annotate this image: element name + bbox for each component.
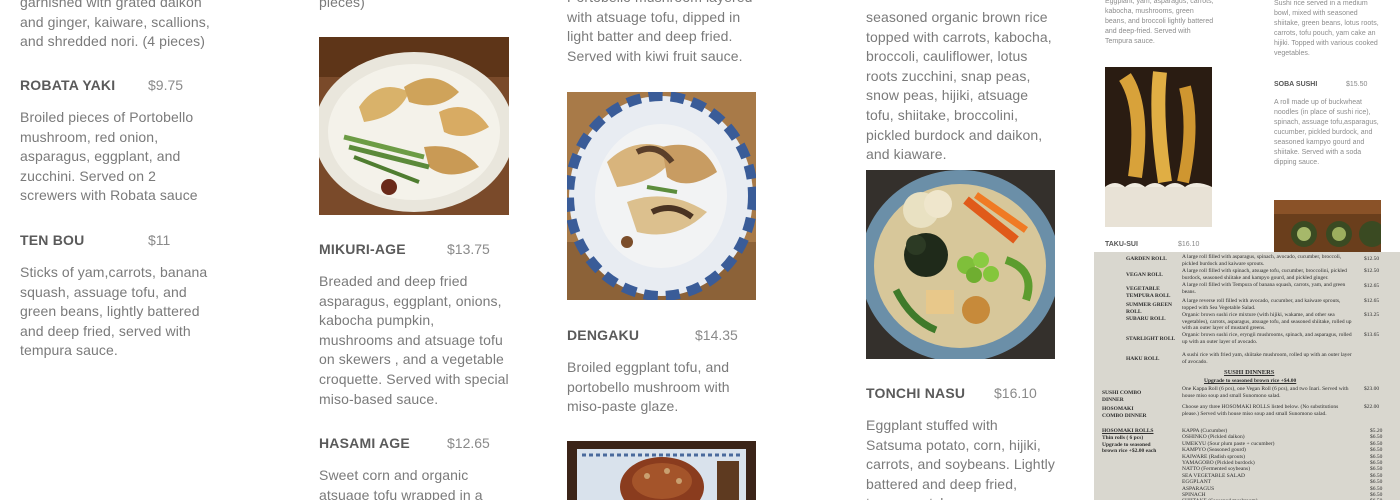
mini-tempura-description: Eggplant, yam, asparagus, carrots, kaboc… <box>1105 0 1214 45</box>
scan-roll-desc: A sushi rice with fried yam, shiitake mu… <box>1182 352 1352 365</box>
mikuri-age-photo <box>319 37 509 215</box>
scan-roll-price: $12.65 <box>1364 283 1380 289</box>
portobello-description: Portobello mushroom layered with atsuage… <box>567 0 752 64</box>
scan-roll-desc: A large roll filled with asparagus, spin… <box>1182 254 1342 267</box>
harvest-bowl-description: seasoned organic brown rice topped with … <box>866 9 1052 163</box>
dish-description-tonchi-nasu: Eggplant stuffed with Satsuma potato, co… <box>866 417 1055 500</box>
scan-roll-price: $13.25 <box>1364 312 1380 318</box>
scan-roll-desc: Organic brown sushi rice, eryngii mushro… <box>1182 332 1352 345</box>
mini-dish-price-soba-sushi: $15.50 <box>1346 81 1368 88</box>
dish-price-hasami-age: $12.65 <box>447 435 490 451</box>
mini-sushi-bowl-description: Sushi rice served in a medium bowl, mixe… <box>1274 0 1379 57</box>
scan-dinner-desc: Choose any three HOSOMAKI ROLLS listed b… <box>1182 404 1339 417</box>
printed-menu-scan: GARDEN ROLL A large roll filled with asp… <box>1094 252 1400 500</box>
scan-roll-name: HAKU ROLL <box>1126 356 1160 362</box>
scan-dinner-name: SUSHI COMBO DINNER <box>1102 390 1142 403</box>
dish-name-tonchi-nasu: TONCHI NASU <box>866 385 966 401</box>
scan-dinner-price: $23.00 <box>1364 386 1380 392</box>
scan-roll-desc: Organic brown sushi rice mixture (with h… <box>1182 312 1352 331</box>
dish-price-robata-yaki: $9.75 <box>148 77 184 93</box>
scan-roll-price: $13.65 <box>1364 332 1380 338</box>
scan-section-title: SUSHI DINNERS <box>1224 369 1275 376</box>
dish-description-mikuri-age: Breaded and deep fried asparagus, eggpla… <box>319 273 509 407</box>
gyoza-description-tail: garnished with grated daikon and ginger,… <box>20 0 210 50</box>
dish-name-dengaku: DENGAKU <box>567 327 640 343</box>
dish-description-ten-bou: Sticks of yam,carrots, banana squash, as… <box>20 264 208 359</box>
portobello-tofu-photo <box>567 92 756 300</box>
dish-name-robata-yaki: ROBATA YAKI <box>20 77 116 93</box>
scan-section-subtitle: Upgrade to seasoned brown rice +$4.00 <box>1204 378 1297 384</box>
mini-soba-sushi-description: A roll made up of buckwheat noodles (in … <box>1274 99 1379 166</box>
mini-dish-name-soba-sushi: SOBA SUSHI <box>1274 81 1318 88</box>
scan-hosomaki-title: HOSOMAKI ROLLS <box>1102 428 1154 434</box>
scan-roll-name: SUMMER GREEN ROLL <box>1126 302 1172 315</box>
dish-price-ten-bou: $11 <box>148 232 171 248</box>
mini-dish-price-taku-sui: $16.10 <box>1178 241 1200 248</box>
scan-dinner-desc: One Kappa Roll (6 pcs), one Vegan Roll (… <box>1182 386 1349 399</box>
vegetable-bowl-photo <box>866 170 1055 359</box>
scan-dinner-name: HOSOMAKI COMBO DINNER <box>1102 406 1147 419</box>
scan-roll-price: $12.50 <box>1364 268 1380 274</box>
scan-dinner-price: $22.00 <box>1364 404 1380 410</box>
scan-roll-name: VEGETABLE TEMPURA ROLL <box>1126 286 1171 299</box>
dish-name-mikuri-age: MIKURI-AGE <box>319 241 406 257</box>
dish-description-dengaku: Broiled eggplant tofu, and portobello mu… <box>567 359 730 415</box>
scan-roll-name: GARDEN ROLL <box>1126 256 1167 262</box>
dish-name-ten-bou: TEN BOU <box>20 232 85 248</box>
next-dish-photo <box>567 441 756 500</box>
dish-price-mikuri-age: $13.75 <box>447 241 490 257</box>
dish-price-tonchi-nasu: $16.10 <box>994 385 1037 401</box>
scan-roll-price: $12.65 <box>1364 298 1380 304</box>
scan-roll-name: VEGAN ROLL <box>1126 272 1163 278</box>
scan-roll-name: STARLIGHT ROLL <box>1126 336 1176 342</box>
dish-name-hasami-age: HASAMI AGE <box>319 435 410 451</box>
scan-roll-desc: A large roll filled with spinach, atsuag… <box>1182 268 1347 281</box>
mini-soba-sushi-photo <box>1274 200 1381 252</box>
scan-roll-desc: A large reverse roll filled with avocado… <box>1182 298 1341 311</box>
scan-roll-price: $12.50 <box>1364 256 1380 262</box>
scan-hosomaki-note: Thin rolls ( 6 pcs) Upgrade to seasoned … <box>1102 435 1157 454</box>
dish-description-hasami-age: Sweet corn and organic atsuage tofu wrap… <box>319 467 483 500</box>
dish-description-robata-yaki: Broiled pieces of Portobello mushroom, r… <box>20 109 198 204</box>
mini-tempura-photo <box>1105 67 1212 227</box>
scan-roll-name: SUBARU ROLL <box>1126 316 1166 322</box>
previous-description-tail: pieces) <box>319 0 365 10</box>
dish-price-dengaku: $14.35 <box>695 327 738 343</box>
mini-dish-name-taku-sui: TAKU-SUI <box>1105 241 1138 248</box>
scan-roll-desc: A large roll filled with Tempura of bana… <box>1182 282 1346 295</box>
